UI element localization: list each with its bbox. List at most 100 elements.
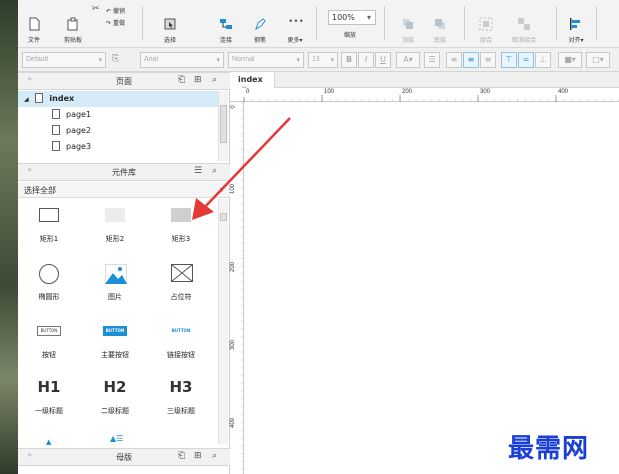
align-right-button[interactable]: ≡ (480, 52, 496, 68)
page-tree-item[interactable]: page2 (52, 123, 91, 139)
align-center-button[interactable]: ≡ (463, 52, 479, 68)
valign-bottom-button[interactable]: ⊥ (535, 52, 551, 68)
font-family-select[interactable]: Arial ▾ (140, 52, 224, 68)
chevron-down-icon: ▾ (330, 57, 334, 64)
font-size-select[interactable]: 13 ▾ (308, 52, 338, 68)
image-widget-icon[interactable] (105, 264, 127, 284)
page-tree-root[interactable]: ◢ index (18, 91, 218, 107)
align-left-icon (570, 18, 580, 30)
fill-color-icon: ■ (564, 55, 572, 64)
list-icon: ☰ (428, 55, 436, 64)
border-color-icon: □ (592, 55, 600, 64)
text-color-icon: A (403, 55, 409, 64)
placeholder-widget-icon[interactable] (171, 264, 193, 282)
bullet-list-button[interactable]: ☰ (424, 52, 440, 68)
heading-3-widget[interactable]: H3 (151, 378, 211, 396)
ungroup-button[interactable]: 取消组合 (504, 4, 544, 44)
widget-label: 按钮 (42, 351, 56, 359)
library-scrollbar[interactable] (218, 199, 228, 444)
partial-widget-icon: ▲☰ (110, 434, 124, 443)
more-icon: ••• (288, 17, 304, 27)
undo-icon: ↶ (106, 8, 112, 15)
select-icon (164, 18, 176, 30)
heading-1-widget[interactable]: H1 (19, 378, 79, 396)
rectangle-1-widget[interactable] (39, 208, 59, 222)
main-toolbar: 文件 剪贴板 ✂ ↶ 撤销 ↷ 重做 选择 连接 钢笔 ••• 更多▾ 100%… (18, 0, 619, 48)
fill-color-button[interactable]: ■▾ (558, 52, 582, 68)
add-folder-icon[interactable]: ⊞ (194, 451, 202, 461)
send-to-bottom-button[interactable]: 底层 (428, 4, 452, 44)
desktop-background-strip (0, 0, 18, 474)
tab-index[interactable]: index × (230, 72, 275, 93)
layer-top-icon (403, 19, 413, 29)
caret-down-icon: ◢ (24, 96, 29, 103)
valign-middle-button[interactable]: = (518, 52, 534, 68)
add-master-icon[interactable]: ⎗ (178, 451, 185, 461)
valign-top-button[interactable]: ⊤ (501, 52, 517, 68)
valign-bottom-icon: ⊥ (539, 55, 547, 64)
bring-to-top-button[interactable]: 顶层 (396, 4, 420, 44)
file-icon (29, 17, 40, 31)
text-color-button[interactable]: A▾ (396, 52, 420, 68)
align-left-button[interactable]: ≡ (446, 52, 462, 68)
align-right-icon: ≡ (484, 55, 492, 64)
zoom-label: 缩放 (344, 32, 357, 39)
widget-label: 占位符 (170, 293, 192, 301)
font-weight-select[interactable]: Normal ▾ (228, 52, 304, 68)
widget-label: 矩形2 (105, 235, 125, 243)
rectangle-2-widget[interactable] (105, 208, 125, 222)
ellipse-widget[interactable] (39, 264, 59, 284)
add-folder-icon[interactable]: ⊞ (194, 75, 202, 85)
redo-button[interactable]: ↷ 重做 (106, 18, 125, 27)
heading-2-widget[interactable]: H2 (85, 378, 145, 396)
page-icon (35, 92, 44, 103)
cut-icon[interactable]: ✂ (92, 4, 100, 14)
align-center-icon: ≡ (467, 55, 475, 64)
watermark-logo: 最需网 (508, 434, 590, 464)
clipboard-button[interactable]: 剪贴板 (56, 4, 90, 44)
button-widget[interactable]: BUTTON (37, 326, 61, 336)
add-page-icon[interactable]: ⎗ (178, 75, 185, 85)
pages-panel-header: ⚬ 页面 ⎗ ⊞ ⌕ (18, 72, 230, 90)
italic-button[interactable]: I (358, 52, 374, 68)
zoom-select[interactable]: 100% ▾ (328, 10, 376, 25)
search-icon[interactable]: ⌕ (212, 75, 217, 85)
undo-button[interactable]: ↶ 撤销 (106, 6, 125, 15)
border-color-button[interactable]: □▾ (586, 52, 610, 68)
primary-button-widget[interactable]: BUTTON (103, 326, 127, 336)
widget-label: 三级标题 (167, 407, 195, 415)
widget-label: 一级标题 (35, 407, 63, 415)
underline-button[interactable]: U (375, 52, 391, 68)
search-icon[interactable]: ⌕ (212, 451, 217, 461)
more-button[interactable]: ••• 更多▾ (282, 4, 308, 44)
pen-button[interactable]: 钢笔 (248, 4, 272, 44)
bold-button[interactable]: B (341, 52, 357, 68)
style-select[interactable]: Default ▾ (22, 52, 106, 68)
masters-panel-header: ⚬ 母版 ⎗ ⊞ ⌕ (18, 448, 230, 466)
annotation-arrow (192, 117, 291, 220)
link-button-widget[interactable]: BUTTON (169, 326, 193, 336)
select-button[interactable]: 选择 (148, 4, 192, 44)
partial-widget-icon: ▲ (46, 438, 52, 446)
align-button[interactable]: 对齐▾ (564, 4, 588, 44)
pen-icon (255, 18, 266, 31)
chevron-down-icon: ▾ (366, 13, 371, 22)
page-tree-item[interactable]: page3 (52, 139, 91, 155)
page-tree-item[interactable]: page1 (52, 107, 91, 123)
connect-button[interactable]: 连接 (214, 4, 238, 44)
style-edit-icon[interactable]: ⎘ (112, 54, 119, 64)
widget-label: 矩形1 (39, 235, 59, 243)
ungroup-icon (518, 18, 530, 30)
ruler-ticks (243, 95, 619, 102)
group-button[interactable]: 组合 (474, 4, 498, 44)
widget-label: 图片 (108, 293, 122, 301)
connect-icon (220, 19, 232, 29)
widget-label: 矩形3 (171, 235, 191, 243)
valign-top-icon: ⊤ (505, 55, 513, 64)
clipboard-icon (67, 17, 78, 31)
valign-middle-icon: = (522, 55, 530, 64)
align-left-icon: ≡ (450, 55, 458, 64)
file-button[interactable]: 文件 (24, 4, 44, 44)
widget-label: 椭圆形 (38, 293, 60, 301)
redo-icon: ↷ (106, 20, 112, 27)
